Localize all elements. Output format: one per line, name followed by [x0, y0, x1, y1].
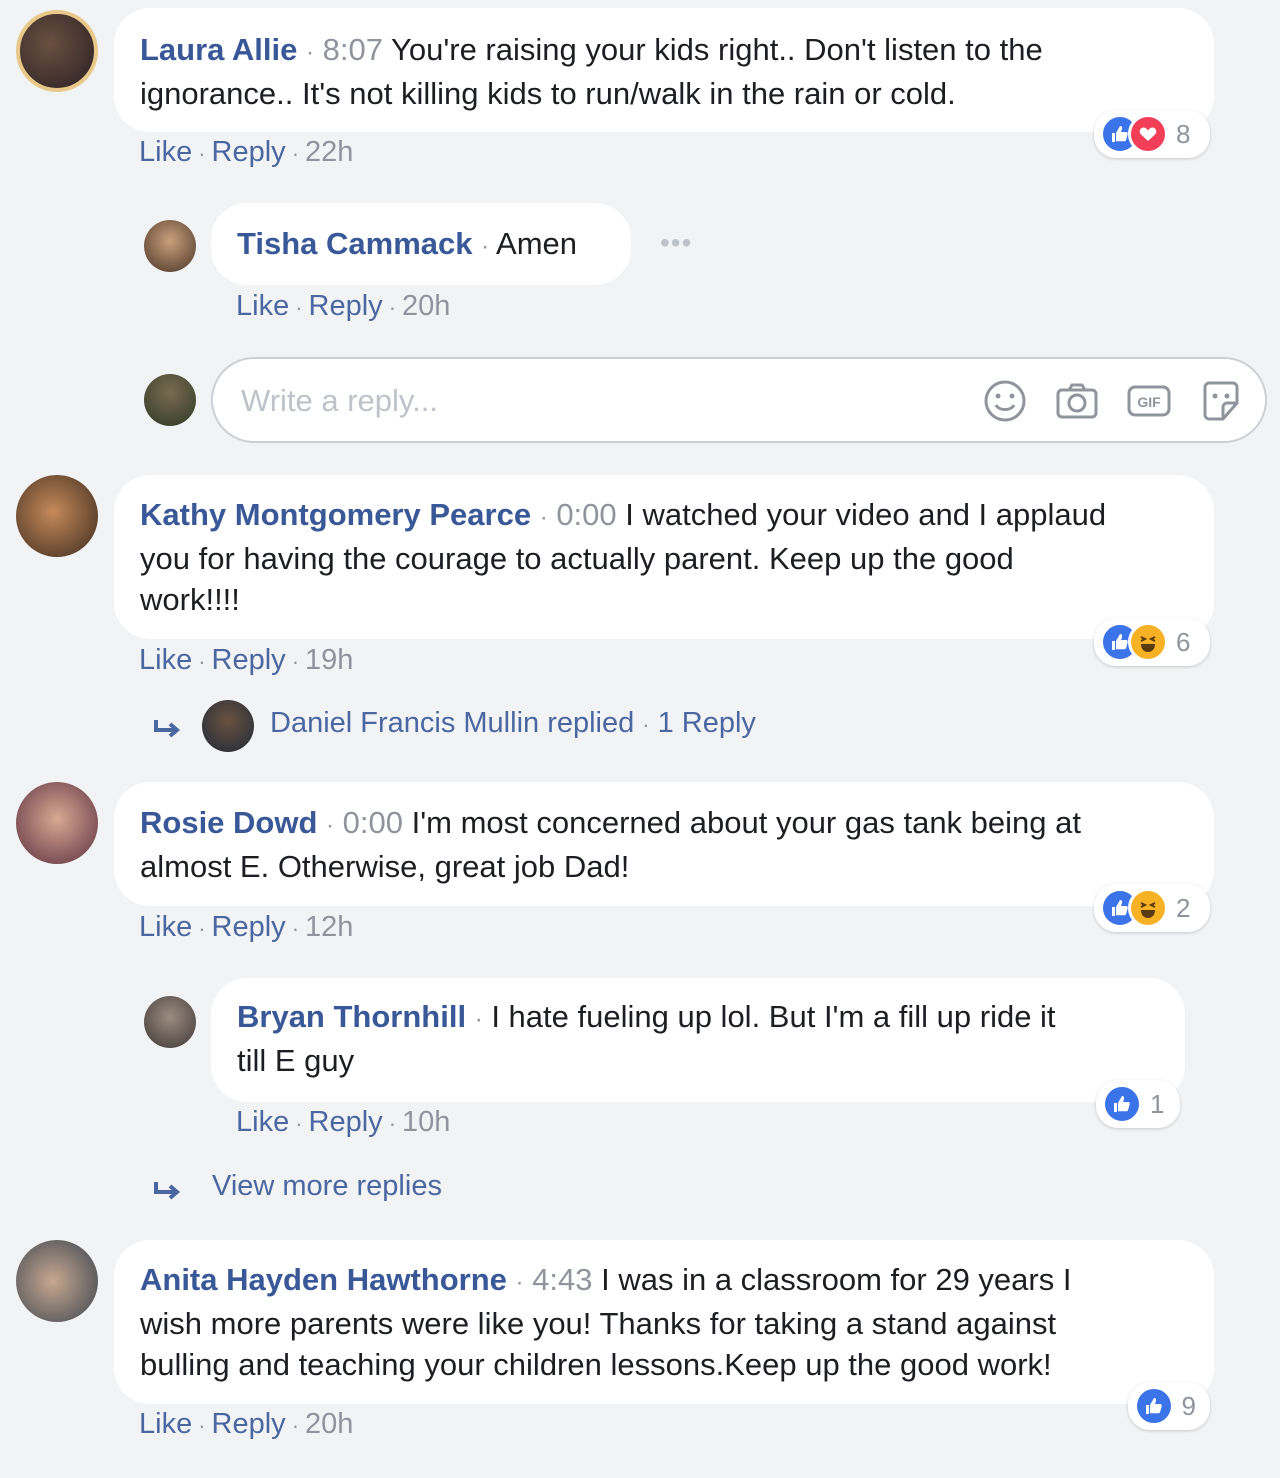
- comment-text: ignorance.. It's not killing kids to run…: [140, 76, 956, 111]
- avatar[interactable]: [16, 782, 98, 864]
- haha-icon: [1128, 622, 1168, 662]
- comment-text: you for having the courage to actually p…: [140, 541, 1014, 576]
- comment-text: almost E. Otherwise, great job Dad!: [140, 849, 630, 884]
- reply-text: I hate fueling up lol. But I'm a fill up…: [491, 999, 1056, 1034]
- reply-link[interactable]: Reply: [212, 136, 286, 168]
- comment-author[interactable]: Rosie Dowd: [140, 805, 317, 840]
- reaction-count[interactable]: 1: [1150, 1089, 1164, 1120]
- view-more-replies-link[interactable]: View more replies: [212, 1170, 442, 1203]
- reaction-summary[interactable]: 9: [1128, 1382, 1210, 1430]
- svg-text:GIF: GIF: [1137, 394, 1161, 410]
- comment-age[interactable]: 22h: [305, 136, 353, 168]
- reply-age[interactable]: 10h: [402, 1106, 450, 1138]
- comment-bubble: Anita Hayden Hawthorne · 4:43 I was in a…: [114, 1240, 1214, 1404]
- reply-text: Amen: [496, 226, 578, 261]
- comment-text: bulling and teaching your children lesso…: [140, 1347, 1052, 1382]
- like-icon: [1134, 1386, 1174, 1426]
- avatar[interactable]: [16, 1240, 98, 1322]
- comment-bubble: Rosie Dowd · 0:00 I'm most concerned abo…: [114, 782, 1214, 906]
- reaction-count[interactable]: 9: [1182, 1391, 1196, 1422]
- like-link[interactable]: Like: [139, 644, 192, 676]
- comment-text: I was in a classroom for 29 years I: [601, 1262, 1072, 1297]
- reply-author[interactable]: Bryan Thornhill: [237, 999, 466, 1034]
- reply-input[interactable]: [239, 373, 943, 429]
- reaction-summary[interactable]: 8: [1094, 110, 1210, 158]
- reply-link[interactable]: Reply: [212, 911, 286, 943]
- reaction-summary[interactable]: 2: [1094, 884, 1210, 932]
- comment-actions: Like · Reply · 12h: [139, 911, 354, 943]
- comment-author[interactable]: Laura Allie: [140, 32, 297, 67]
- comment-timestamp[interactable]: 8:07: [323, 32, 383, 67]
- reply-composer: GIF: [211, 357, 1267, 443]
- reply-author[interactable]: Tisha Cammack: [237, 226, 473, 261]
- reply-link[interactable]: Reply: [309, 1106, 383, 1138]
- like-link[interactable]: Like: [139, 1408, 192, 1440]
- avatar[interactable]: [144, 220, 196, 272]
- like-link[interactable]: Like: [139, 911, 192, 943]
- reply-link[interactable]: Reply: [212, 1408, 286, 1440]
- comment-timestamp[interactable]: 0:00: [343, 805, 403, 840]
- avatar[interactable]: [16, 475, 98, 557]
- comment-age[interactable]: 12h: [305, 911, 353, 943]
- avatar: [144, 374, 196, 426]
- comment-text: You're raising your kids right.. Don't l…: [391, 32, 1043, 67]
- comment-text: I watched your video and I applaud: [625, 497, 1107, 532]
- comment-bubble: Kathy Montgomery Pearce · 0:00 I watched…: [114, 475, 1214, 639]
- reaction-count[interactable]: 2: [1176, 893, 1190, 924]
- comment-timestamp[interactable]: 4:43: [532, 1262, 592, 1297]
- reply-link[interactable]: Reply: [212, 644, 286, 676]
- comment-actions: Like · Reply · 19h: [139, 644, 354, 676]
- comment-actions: Like · Reply · 20h: [139, 1408, 354, 1440]
- comment-text: I'm most concerned about your gas tank b…: [411, 805, 1081, 840]
- comment-age[interactable]: 19h: [305, 644, 353, 676]
- gif-icon[interactable]: GIF: [1125, 377, 1173, 425]
- comment-text: wish more parents were like you! Thanks …: [140, 1306, 1057, 1341]
- comment-age[interactable]: 20h: [305, 1408, 353, 1440]
- avatar[interactable]: [144, 996, 196, 1048]
- reaction-count[interactable]: 6: [1176, 627, 1190, 658]
- reply-actions: Like · Reply · 20h: [236, 290, 451, 322]
- reply-arrow-icon: [154, 1182, 181, 1200]
- comment-author[interactable]: Kathy Montgomery Pearce: [140, 497, 531, 532]
- reply-bubble: Tisha Cammack · Amen: [211, 203, 631, 285]
- reply-bubble: Bryan Thornhill · I hate fueling up lol.…: [211, 978, 1185, 1102]
- reply-text: till E guy: [237, 1043, 355, 1078]
- collapsed-replies-link[interactable]: Daniel Francis Mullin replied · 1 Reply: [270, 707, 756, 740]
- comment-timestamp[interactable]: 0:00: [556, 497, 616, 532]
- emoji-icon[interactable]: [981, 377, 1029, 425]
- haha-icon: [1128, 888, 1168, 928]
- avatar[interactable]: [16, 10, 98, 92]
- comment-author[interactable]: Anita Hayden Hawthorne: [140, 1262, 507, 1297]
- reply-age[interactable]: 20h: [402, 290, 450, 322]
- reply-arrow-icon: [154, 720, 181, 738]
- reaction-summary[interactable]: 1: [1096, 1080, 1180, 1128]
- like-link[interactable]: Like: [236, 290, 289, 322]
- comment-bubble: Laura Allie · 8:07 You're raising your k…: [114, 8, 1214, 132]
- like-icon: [1102, 1084, 1142, 1124]
- more-options-icon[interactable]: •••: [660, 227, 692, 259]
- like-link[interactable]: Like: [139, 136, 192, 168]
- avatar[interactable]: [202, 700, 254, 752]
- reply-actions: Like · Reply · 10h: [236, 1106, 451, 1138]
- reaction-summary[interactable]: 6: [1094, 618, 1210, 666]
- collapsed-reply-text[interactable]: Daniel Francis Mullin replied: [270, 707, 634, 739]
- like-link[interactable]: Like: [236, 1106, 289, 1138]
- love-icon: [1128, 114, 1168, 154]
- camera-icon[interactable]: [1053, 377, 1101, 425]
- reply-link[interactable]: Reply: [309, 290, 383, 322]
- comment-actions: Like · Reply · 22h: [139, 136, 354, 168]
- collapsed-reply-count[interactable]: 1 Reply: [658, 707, 756, 739]
- sticker-icon[interactable]: [1197, 377, 1245, 425]
- comment-text: work!!!!: [140, 582, 240, 617]
- reaction-count[interactable]: 8: [1176, 119, 1190, 150]
